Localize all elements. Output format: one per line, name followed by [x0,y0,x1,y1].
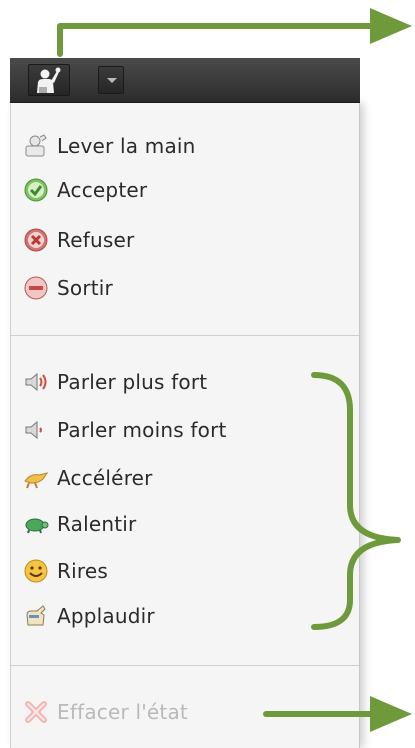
pod-toolbar [10,58,360,103]
speaker-louder-icon [23,369,49,395]
user-raise-hand-icon [37,67,61,93]
menu-item-speak-softer[interactable]: Parler moins fort [23,413,343,447]
menu-item-accept[interactable]: Accepter [23,173,343,207]
menu-item-label: Parler plus fort [57,370,208,394]
applause-icon [23,603,49,629]
menu-item-applaud[interactable]: Applaudir [23,599,343,633]
status-menu: Lever la main Accepter Refuser Sortir Pa… [10,103,360,748]
menu-item-laugh[interactable]: Rires [23,554,343,588]
menu-item-clear-status: Effacer l'état [23,695,343,729]
speed-up-icon [23,465,49,491]
status-dropdown-toggle[interactable] [98,66,124,94]
chevron-down-icon [107,78,117,83]
menu-item-label: Refuser [57,228,135,252]
menu-item-speak-louder[interactable]: Parler plus fort [23,365,343,399]
menu-item-label: Applaudir [57,604,155,628]
menu-item-label: Ralentir [57,512,137,536]
exit-icon [23,275,49,301]
slow-down-icon [23,511,49,537]
menu-item-raise-hand[interactable]: Lever la main [23,129,343,163]
menu-item-label: Parler moins fort [57,418,227,442]
menu-divider [11,665,359,666]
raise-hand-icon [23,133,49,159]
speaker-softer-icon [23,417,49,443]
menu-item-label: Sortir [57,276,113,300]
menu-item-label: Accepter [57,178,148,202]
smiley-icon [23,558,49,584]
menu-item-slow-down[interactable]: Ralentir [23,507,343,541]
refuse-icon [23,227,49,253]
menu-item-label: Accélérer [57,466,153,490]
menu-item-exit[interactable]: Sortir [23,271,343,305]
status-button[interactable] [28,64,70,96]
arrow-head-top [370,8,412,44]
menu-item-label: Effacer l'état [57,700,188,724]
menu-item-label: Rires [57,559,108,583]
menu-item-refuse[interactable]: Refuser [23,223,343,257]
annotation-arrow-top [57,23,373,57]
menu-item-speed-up[interactable]: Accélérer [23,461,343,495]
clear-status-icon [23,699,49,725]
accept-icon [23,177,49,203]
menu-item-label: Lever la main [57,134,196,158]
menu-divider [11,335,359,336]
arrow-head-bottom [370,696,412,732]
